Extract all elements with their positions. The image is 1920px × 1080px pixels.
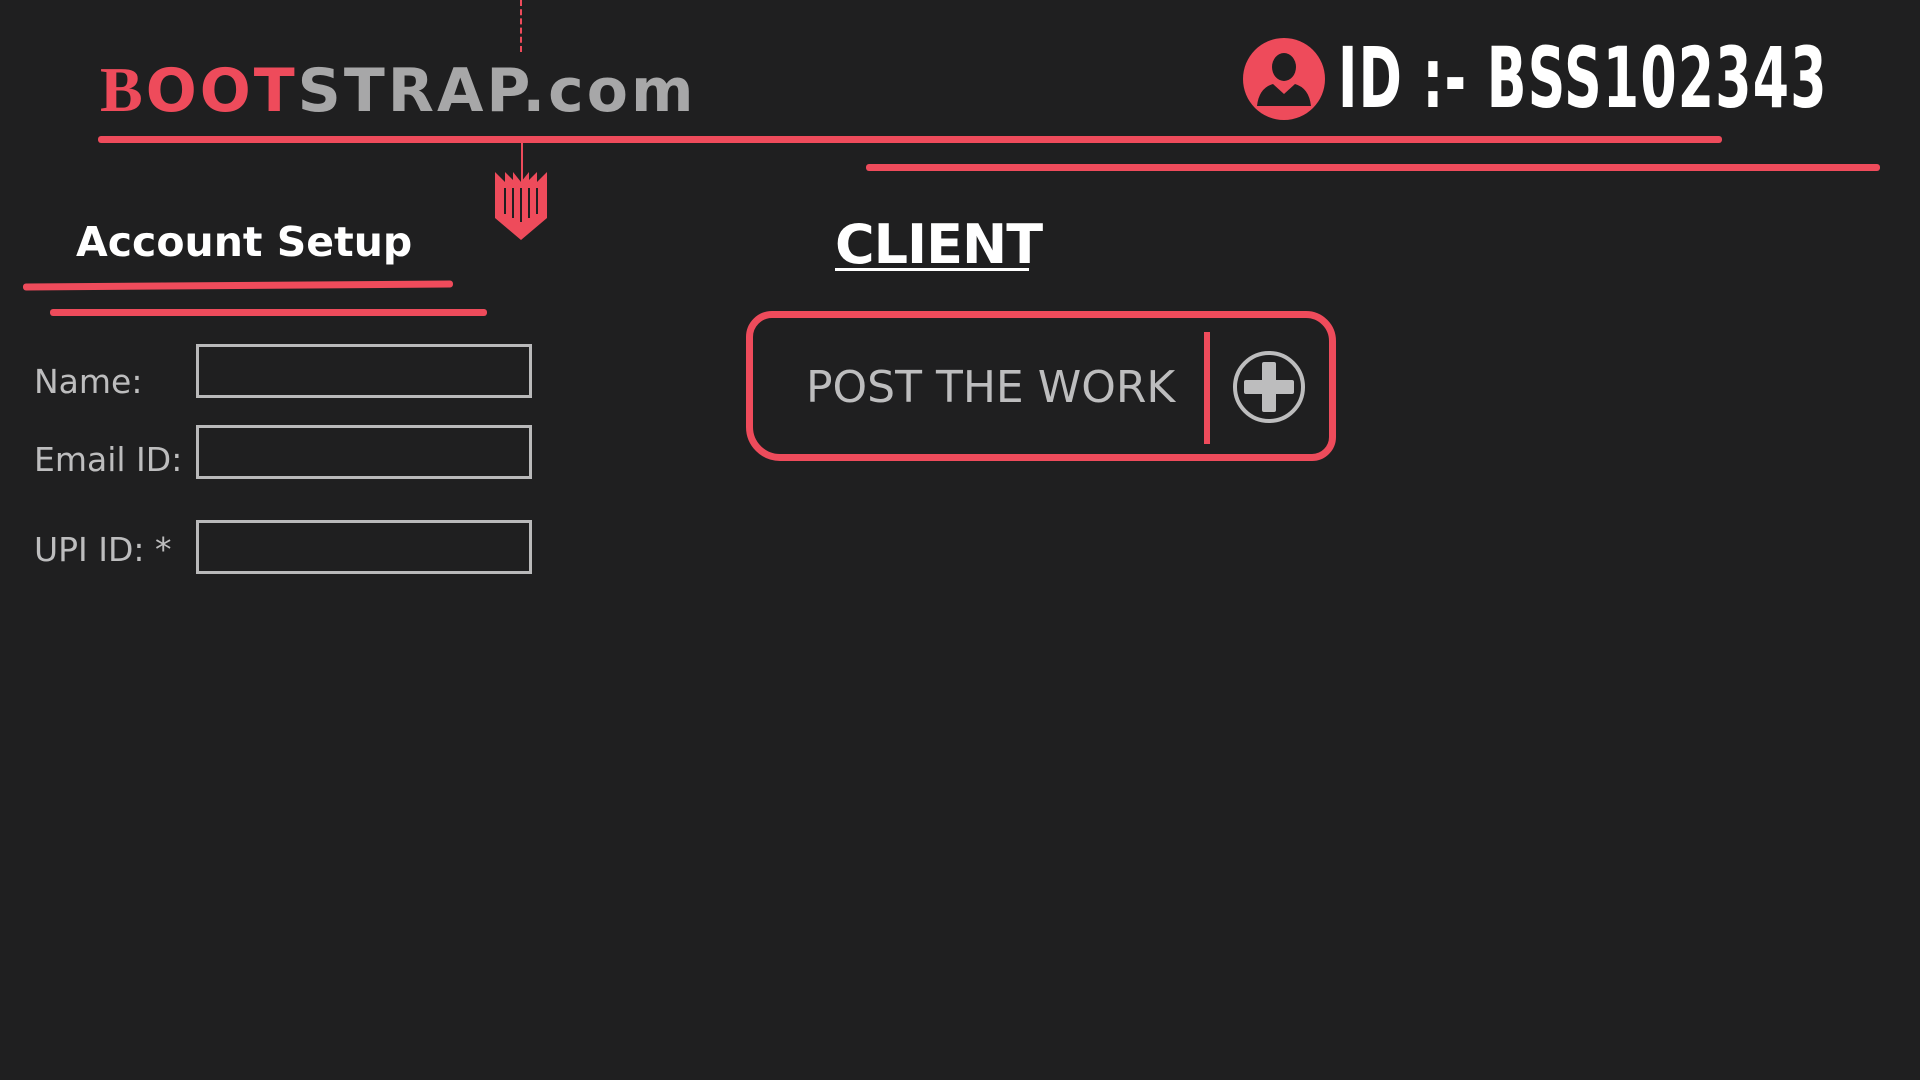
upi-input[interactable]	[196, 520, 532, 574]
header-rule-bottom	[866, 164, 1880, 171]
client-title-underline	[835, 268, 1029, 271]
logo-red-text: OOT	[145, 56, 298, 126]
name-label: Name:	[34, 362, 143, 401]
email-label: Email ID:	[34, 440, 183, 479]
site-logo[interactable]: BOOTSTRAP.com	[100, 52, 696, 129]
post-work-label[interactable]: POST THE WORK	[806, 362, 1175, 414]
dotted-connector	[520, 0, 522, 52]
upi-label: UPI ID: *	[34, 530, 172, 569]
client-title: CLIENT	[835, 213, 1043, 276]
logo-gray-text: STRAP.com	[297, 56, 697, 126]
name-input[interactable]	[196, 344, 532, 398]
user-avatar-icon[interactable]	[1243, 38, 1325, 120]
email-input[interactable]	[196, 425, 532, 479]
arrow-down-icon	[495, 172, 547, 240]
account-setup-title: Account Setup	[76, 218, 413, 266]
logo-initial: B	[100, 54, 146, 125]
header-rule-top	[98, 136, 1722, 143]
post-button-divider	[1204, 332, 1210, 444]
plus-circle-icon[interactable]	[1232, 350, 1306, 424]
account-setup-underline-1	[22, 280, 454, 291]
app-screen: BOOTSTRAP.com ID :- BSS102343 Account Se…	[0, 0, 1920, 1080]
user-id-label: ID :- BSS102343	[1338, 29, 1828, 127]
account-setup-underline-2	[50, 309, 487, 316]
